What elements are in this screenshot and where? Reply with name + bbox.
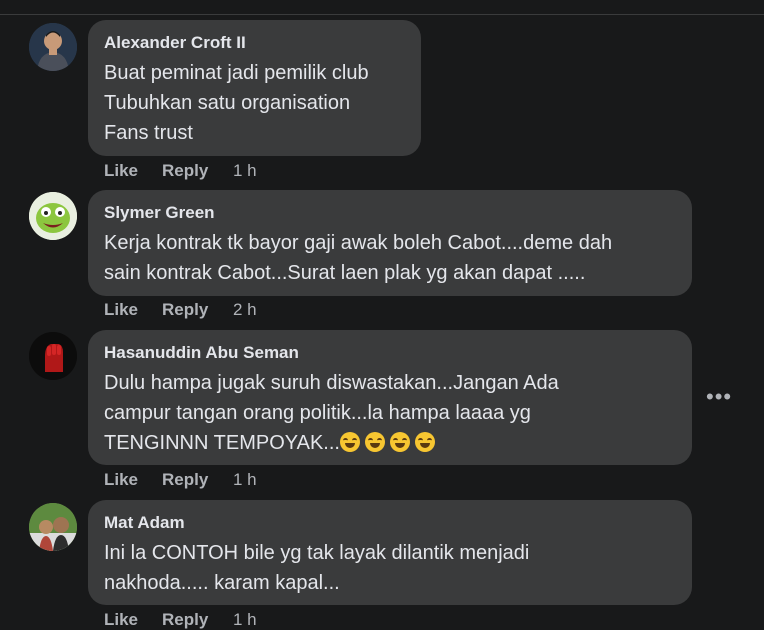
more-options-icon[interactable]: •••	[706, 384, 732, 410]
comment-text-line: sain kontrak Cabot...Surat laen plak yg …	[104, 262, 586, 284]
reply-button[interactable]: Reply	[162, 470, 233, 490]
comment-text-line: Buat peminat jadi pemilik club	[104, 62, 369, 84]
comment-text-line: Fans trust	[104, 122, 193, 144]
rofl-emoji-icon	[389, 432, 410, 452]
reply-button[interactable]: Reply	[162, 610, 233, 630]
avatar[interactable]	[29, 503, 77, 551]
comment-timestamp[interactable]: 1 h	[233, 161, 257, 181]
like-button[interactable]: Like	[104, 300, 162, 320]
comment-actions: Like Reply 2 h	[104, 300, 257, 320]
comment-author[interactable]: Slymer Green	[104, 202, 676, 224]
comment-timestamp[interactable]: 2 h	[233, 300, 257, 320]
top-divider	[0, 0, 764, 15]
comment-actions: Like Reply 1 h	[104, 161, 257, 181]
rofl-emoji-icon	[364, 432, 385, 452]
comment-author[interactable]: Alexander Croft II	[104, 32, 405, 54]
avatar[interactable]	[29, 332, 77, 380]
avatar-image	[29, 192, 77, 240]
comment-bubble: Alexander Croft II Buat peminat jadi pem…	[88, 20, 421, 156]
comment-text-line: campur tangan orang politik...la hampa l…	[104, 402, 531, 424]
like-button[interactable]: Like	[104, 470, 162, 490]
reply-button[interactable]: Reply	[162, 300, 233, 320]
comment-text-line: Kerja kontrak tk bayor gaji awak boleh C…	[104, 232, 613, 254]
comment-text-line: Tubuhkan satu organisation	[104, 92, 351, 114]
reply-button[interactable]: Reply	[162, 161, 233, 181]
avatar-image	[29, 23, 77, 71]
comment-bubble: Slymer Green Kerja kontrak tk bayor gaji…	[88, 190, 692, 296]
avatar[interactable]	[29, 23, 77, 71]
comment-text-line-with-emoji: TENGINNN TEMPOYAK...	[104, 428, 676, 458]
comment-text: TENGINNN TEMPOYAK...	[104, 432, 340, 454]
avatar[interactable]	[29, 192, 77, 240]
comment-author[interactable]: Hasanuddin Abu Seman	[104, 342, 676, 364]
comment-actions: Like Reply 1 h	[104, 610, 257, 630]
like-button[interactable]: Like	[104, 610, 162, 630]
avatar-image	[29, 332, 77, 380]
comment-text-line: Ini la CONTOH bile yg tak layak dilantik…	[104, 542, 530, 564]
avatar-image	[29, 503, 77, 551]
comment-timestamp[interactable]: 1 h	[233, 610, 257, 630]
comment-text-line: Dulu hampa jugak suruh diswastakan...Jan…	[104, 372, 559, 394]
comment-bubble: Mat Adam Ini la CONTOH bile yg tak layak…	[88, 500, 692, 605]
comment-timestamp[interactable]: 1 h	[233, 470, 257, 490]
comment-author[interactable]: Mat Adam	[104, 512, 676, 534]
like-button[interactable]: Like	[104, 161, 162, 181]
comment-text-line: nakhoda..... karam kapal...	[104, 572, 340, 594]
comment-bubble: Hasanuddin Abu Seman Dulu hampa jugak su…	[88, 330, 692, 465]
rofl-emoji-icon	[339, 432, 360, 452]
rofl-emoji-icon	[414, 432, 435, 452]
comment-actions: Like Reply 1 h	[104, 470, 257, 490]
